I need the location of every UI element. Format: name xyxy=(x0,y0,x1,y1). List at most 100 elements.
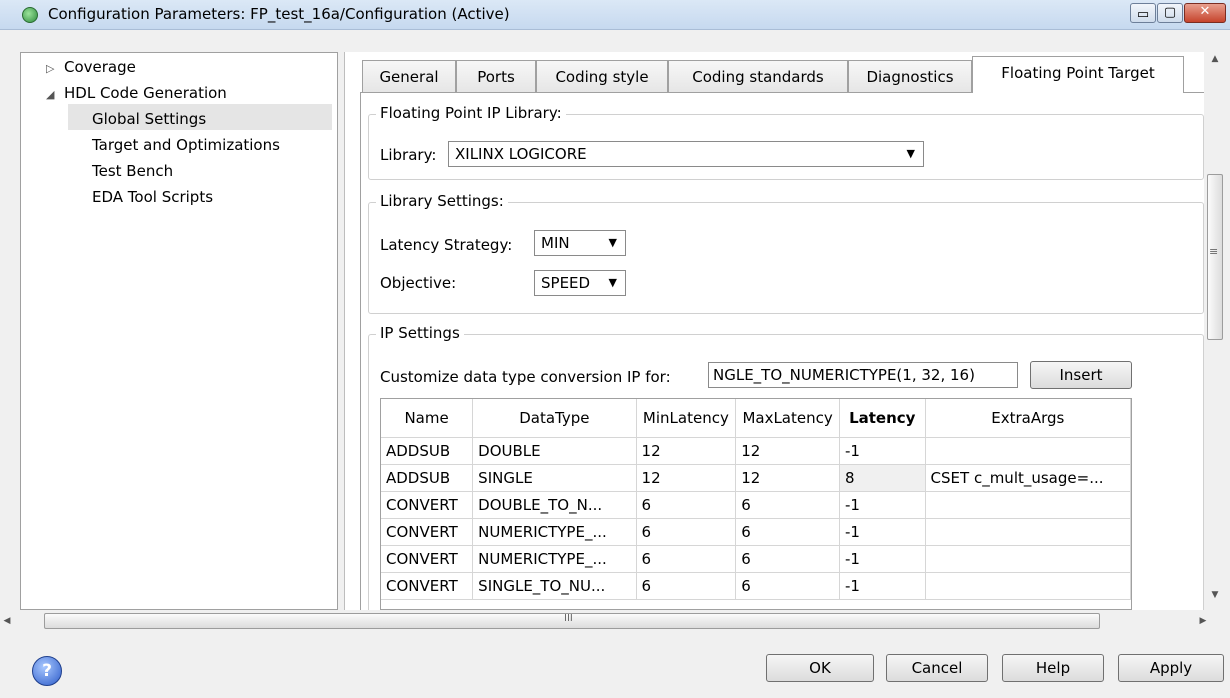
cell-maxlatency[interactable]: 6 xyxy=(735,545,840,573)
cell-name[interactable]: CONVERT xyxy=(381,545,474,573)
cell-minlatency[interactable]: 6 xyxy=(636,491,737,519)
cell-minlatency[interactable]: 6 xyxy=(636,518,737,546)
column-header-maxlatency[interactable]: MaxLatency xyxy=(735,399,840,438)
cell-minlatency[interactable]: 12 xyxy=(636,437,737,465)
library-label: Library: xyxy=(380,146,437,164)
table-header-row: Name DataType MinLatency MaxLatency Late… xyxy=(381,399,1131,438)
chevron-down-icon: ▼ xyxy=(608,236,617,249)
help-icon[interactable]: ? xyxy=(32,656,62,686)
cell-datatype[interactable]: SINGLE_TO_NU... xyxy=(472,572,637,600)
table-row: ADDSUB DOUBLE 12 12 -1 xyxy=(381,437,1131,465)
tree-item-global-settings[interactable]: Global Settings xyxy=(92,110,206,128)
column-header-datatype[interactable]: DataType xyxy=(472,399,637,438)
insert-button[interactable]: Insert xyxy=(1030,361,1132,389)
minimize-button[interactable]: ▭ xyxy=(1130,3,1156,23)
tab-general[interactable]: General xyxy=(362,60,456,92)
customize-ip-field[interactable]: NGLE_TO_NUMERICTYPE(1, 32, 16) xyxy=(708,362,1018,388)
expand-arrow-icon[interactable]: ▷ xyxy=(46,62,54,75)
cell-extraargs[interactable] xyxy=(925,437,1131,465)
cell-minlatency[interactable]: 6 xyxy=(636,545,737,573)
cell-name[interactable]: ADDSUB xyxy=(381,464,474,492)
apply-button[interactable]: Apply xyxy=(1118,654,1224,682)
cell-name[interactable]: ADDSUB xyxy=(381,437,474,465)
tree-item-target-and-optimizations[interactable]: Target and Optimizations xyxy=(92,136,280,154)
cell-name[interactable]: CONVERT xyxy=(381,518,474,546)
latency-strategy-label: Latency Strategy: xyxy=(380,236,513,254)
cell-maxlatency[interactable]: 6 xyxy=(735,518,840,546)
tab-floating-point-target[interactable]: Floating Point Target xyxy=(972,56,1184,93)
latency-strategy-value: MIN xyxy=(541,234,570,252)
help-button[interactable]: Help xyxy=(1002,654,1104,682)
cell-datatype[interactable]: NUMERICTYPE_... xyxy=(472,518,637,546)
cell-maxlatency[interactable]: 6 xyxy=(735,491,840,519)
ip-settings-group-title: IP Settings xyxy=(376,324,464,342)
scroll-up-arrow-icon[interactable]: ▲ xyxy=(1205,54,1225,70)
ip-settings-table: Name DataType MinLatency MaxLatency Late… xyxy=(380,398,1132,610)
cell-extraargs[interactable] xyxy=(925,545,1131,573)
ip-library-group-title: Floating Point IP Library: xyxy=(376,104,566,122)
library-dropdown[interactable]: XILINX LOGICORE ▼ xyxy=(448,141,924,167)
cell-datatype[interactable]: DOUBLE xyxy=(472,437,637,465)
close-button[interactable]: ✕ xyxy=(1184,3,1226,23)
ok-button[interactable]: OK xyxy=(766,654,874,682)
cell-latency[interactable]: -1 xyxy=(839,518,926,546)
cell-extraargs[interactable] xyxy=(925,572,1131,600)
tree-item-hdl-code-generation[interactable]: HDL Code Generation xyxy=(64,84,227,102)
cell-latency[interactable]: -1 xyxy=(839,545,926,573)
tab-diagnostics[interactable]: Diagnostics xyxy=(848,60,972,92)
cell-extraargs[interactable] xyxy=(925,491,1131,519)
cell-minlatency[interactable]: 12 xyxy=(636,464,737,492)
table-row: CONVERT NUMERICTYPE_... 6 6 -1 xyxy=(381,518,1131,546)
cell-maxlatency[interactable]: 12 xyxy=(735,437,840,465)
cell-datatype[interactable]: SINGLE xyxy=(472,464,637,492)
chevron-down-icon: ▼ xyxy=(608,276,617,289)
cell-latency[interactable]: -1 xyxy=(839,572,926,600)
window-title: Configuration Parameters: FP_test_16a/Co… xyxy=(48,5,510,23)
cell-latency[interactable]: -1 xyxy=(839,491,926,519)
tree-item-test-bench[interactable]: Test Bench xyxy=(92,162,173,180)
cell-maxlatency[interactable]: 6 xyxy=(735,572,840,600)
library-dropdown-value: XILINX LOGICORE xyxy=(455,145,587,163)
customize-ip-label: Customize data type conversion IP for: xyxy=(380,368,671,386)
cell-datatype[interactable]: NUMERICTYPE_... xyxy=(472,545,637,573)
column-header-extraargs[interactable]: ExtraArgs xyxy=(925,399,1131,438)
maximize-button[interactable]: ▢ xyxy=(1157,3,1183,23)
maximize-icon: ▢ xyxy=(1163,5,1177,20)
column-header-name[interactable]: Name xyxy=(381,399,474,438)
app-icon xyxy=(22,7,38,23)
table-row: CONVERT DOUBLE_TO_N... 6 6 -1 xyxy=(381,491,1131,519)
tab-ports[interactable]: Ports xyxy=(456,60,536,92)
table-row: CONVERT SINGLE_TO_NU... 6 6 -1 xyxy=(381,572,1131,600)
latency-strategy-dropdown[interactable]: MIN ▼ xyxy=(534,230,626,256)
chevron-down-icon: ▼ xyxy=(906,147,915,160)
tab-coding-style[interactable]: Coding style xyxy=(536,60,668,92)
library-settings-group-title: Library Settings: xyxy=(376,192,508,210)
cell-datatype[interactable]: DOUBLE_TO_N... xyxy=(472,491,637,519)
cell-latency[interactable]: -1 xyxy=(839,437,926,465)
tab-coding-standards[interactable]: Coding standards xyxy=(668,60,848,92)
collapse-arrow-icon[interactable]: ◢ xyxy=(46,88,54,101)
tree-item-coverage[interactable]: Coverage xyxy=(64,58,136,76)
table-row: CONVERT NUMERICTYPE_... 6 6 -1 xyxy=(381,545,1131,573)
cell-maxlatency[interactable]: 12 xyxy=(735,464,840,492)
scroll-grip-icon: ≡ xyxy=(1209,245,1219,258)
cell-name[interactable]: CONVERT xyxy=(381,491,474,519)
table-row: ADDSUB SINGLE 12 12 8 CSET c_mult_usage=… xyxy=(381,464,1131,492)
objective-dropdown[interactable]: SPEED ▼ xyxy=(534,270,626,296)
cell-extraargs[interactable]: CSET c_mult_usage=... xyxy=(925,464,1131,492)
objective-label: Objective: xyxy=(380,274,457,292)
objective-value: SPEED xyxy=(541,274,591,292)
close-icon: ✕ xyxy=(1199,4,1211,19)
column-header-latency[interactable]: Latency xyxy=(839,399,926,438)
tree-item-eda-tool-scripts[interactable]: EDA Tool Scripts xyxy=(92,188,213,206)
cell-name[interactable]: CONVERT xyxy=(381,572,474,600)
cell-extraargs[interactable] xyxy=(925,518,1131,546)
library-settings-group xyxy=(368,202,1204,314)
cell-minlatency[interactable]: 6 xyxy=(636,572,737,600)
scroll-right-arrow-icon[interactable]: ▶ xyxy=(1196,612,1210,630)
cell-latency[interactable]: 8 xyxy=(839,464,926,492)
cancel-button[interactable]: Cancel xyxy=(886,654,988,682)
scroll-left-arrow-icon[interactable]: ◀ xyxy=(0,612,14,630)
scroll-down-arrow-icon[interactable]: ▼ xyxy=(1205,590,1225,606)
column-header-minlatency[interactable]: MinLatency xyxy=(636,399,737,438)
